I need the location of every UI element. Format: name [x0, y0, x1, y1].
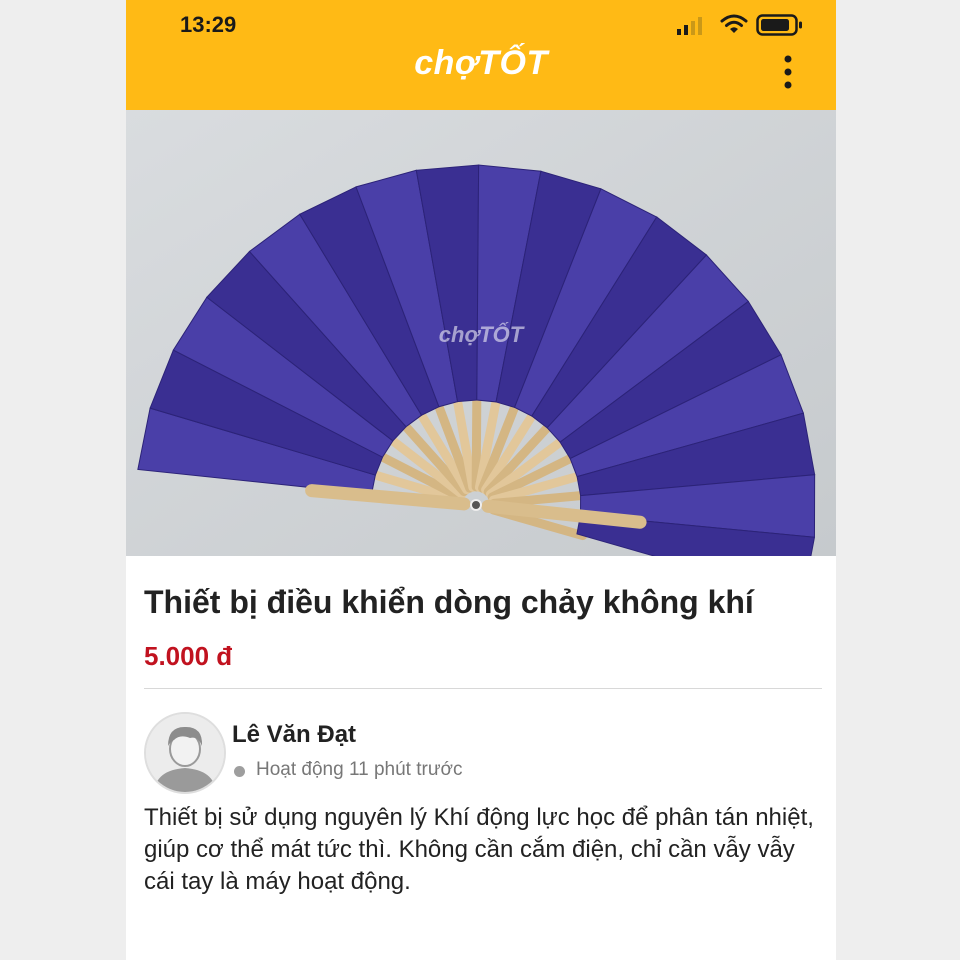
more-menu-icon[interactable] — [776, 52, 800, 92]
wifi-icon — [720, 14, 748, 33]
fan-rivet — [470, 499, 482, 511]
fan-image: chợTỐT — [126, 110, 836, 556]
battery-icon — [756, 14, 802, 36]
status-time: 13:29 — [180, 12, 237, 37]
seller-name[interactable]: Lê Văn Đạt — [232, 721, 356, 749]
listing-price: 5.000 đ — [144, 641, 233, 671]
listing-photo[interactable]: chợTỐT — [126, 110, 836, 556]
listing-description: Thiết bị sử dụng nguyên lý Khí động lực … — [144, 804, 814, 895]
app-logo: chợTỐT — [414, 44, 548, 82]
fan-rib — [471, 389, 482, 492]
default-avatar-icon — [146, 714, 224, 792]
seller-status: Hoạt động 11 phút trước — [256, 759, 463, 780]
status-dot-icon — [234, 766, 245, 777]
app-screen: 13:29 chợTỐT chợTỐT Thiết bị điều khiển … — [126, 0, 836, 960]
signal-icon — [677, 17, 702, 35]
listing-title: Thiết bị điều khiển dòng chảy không khí — [144, 584, 754, 620]
photo-watermark: chợTỐT — [439, 322, 525, 347]
seller-avatar[interactable] — [144, 712, 226, 794]
top-bar: 13:29 chợTỐT — [126, 0, 836, 110]
section-divider — [144, 688, 822, 689]
